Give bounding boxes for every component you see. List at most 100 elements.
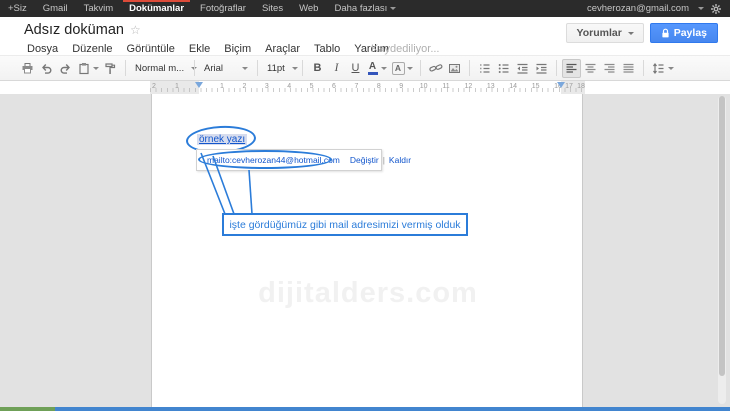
numbered-list-button[interactable] <box>475 59 494 78</box>
toolbar-separator <box>469 60 470 76</box>
ruler-number: 2 <box>152 83 156 90</box>
link-tooltip-url[interactable]: mailto:cevherozan44@hotmail.com <box>207 155 340 165</box>
toolbar-separator <box>125 60 126 76</box>
ruler-number: 1 <box>220 83 224 90</box>
font-size-value: 11pt <box>267 63 285 74</box>
align-right-button[interactable] <box>600 59 619 78</box>
topnav-item-7[interactable]: Daha fazlası <box>326 0 404 17</box>
ruler-number: 12 <box>464 83 472 90</box>
topnav-item-0[interactable]: +Siz <box>0 0 35 17</box>
paint-format-button[interactable] <box>101 59 120 78</box>
left-indent-marker[interactable] <box>195 82 203 88</box>
align-center-button[interactable] <box>581 59 600 78</box>
video-progress-bar[interactable] <box>0 407 730 411</box>
line-spacing-caret-icon <box>668 67 674 70</box>
menu-araçlar[interactable]: Araçlar <box>258 43 307 55</box>
redo-button[interactable] <box>56 59 75 78</box>
vertical-scrollbar[interactable] <box>718 96 726 404</box>
watermark-text: dijitalders.com <box>152 277 584 310</box>
star-icon[interactable]: ☆ <box>130 23 141 37</box>
share-button[interactable]: Paylaş <box>650 23 718 43</box>
menu-düzenle[interactable]: Düzenle <box>65 43 119 55</box>
document-page[interactable]: dijitalders.com örnek yazı mailto:cevher… <box>151 94 583 407</box>
paragraph-style-value: Normal m... <box>135 63 184 74</box>
ruler-number: 1 <box>175 83 179 90</box>
comments-caret-icon <box>628 32 634 35</box>
font-family-value: Arial <box>204 63 223 74</box>
doc-title[interactable]: Adsız doküman ☆ <box>24 22 141 38</box>
highlight-color-button[interactable]: A <box>389 59 415 78</box>
insert-link-button[interactable] <box>426 59 445 78</box>
ruler-number: 7 <box>354 83 358 90</box>
line-spacing-button[interactable] <box>649 59 677 78</box>
text-color-button[interactable]: A <box>365 59 389 78</box>
doc-title-text[interactable]: Adsız doküman <box>24 22 124 38</box>
font-size-dropdown[interactable]: 11pt <box>263 59 297 78</box>
indent-button[interactable] <box>532 59 551 78</box>
align-left-button[interactable] <box>562 59 581 78</box>
menu-tablo[interactable]: Tablo <box>307 43 347 55</box>
ruler-ticks <box>150 88 585 92</box>
menu-bar: DosyaDüzenleGörüntüleEkleBiçimAraçlarTab… <box>20 43 396 55</box>
outdent-button[interactable] <box>513 59 532 78</box>
insert-image-button[interactable] <box>445 59 464 78</box>
menu-görüntüle[interactable]: Görüntüle <box>120 43 182 55</box>
topnav-item-5[interactable]: Sites <box>254 0 291 17</box>
print-button[interactable] <box>18 59 37 78</box>
ruler-number: 2 <box>242 83 246 90</box>
web-clipboard-button[interactable] <box>75 59 101 78</box>
ruler-number: 6 <box>332 83 336 90</box>
doc-header: Adsız doküman ☆ DosyaDüzenleGörüntüleEkle… <box>0 17 730 55</box>
undo-button[interactable] <box>37 59 56 78</box>
ruler-number: 18 <box>577 83 585 90</box>
ruler-number: 10 <box>420 83 428 90</box>
underline-button[interactable]: U <box>346 59 365 78</box>
link-remove-button[interactable]: Kaldır <box>389 155 411 165</box>
underline-label: U <box>352 62 360 74</box>
toolbar-separator <box>257 60 258 76</box>
right-indent-marker[interactable] <box>557 82 565 88</box>
bold-button[interactable]: B <box>308 59 327 78</box>
font-family-dropdown[interactable]: Arial <box>200 59 252 78</box>
account-email[interactable]: cevherozan@gmail.com <box>587 3 689 14</box>
menu-ekle[interactable]: Ekle <box>182 43 217 55</box>
share-button-label: Paylaş <box>674 27 707 39</box>
topnav-item-6[interactable]: Web <box>291 0 326 17</box>
toolbar-separator <box>302 60 303 76</box>
topnav-item-3[interactable]: Dokümanlar <box>121 0 192 17</box>
menu-dosya[interactable]: Dosya <box>20 43 65 55</box>
annotation-callout-box: işte gördüğümüz gibi mail adresimizi ver… <box>222 213 468 236</box>
toolbar-separator <box>194 60 195 76</box>
topnav-caret-icon <box>390 7 396 10</box>
link-tooltip-separator: | <box>383 155 385 165</box>
save-status: Kaydediliyor... <box>371 43 439 55</box>
link-change-button[interactable]: Değiştir <box>350 155 379 165</box>
top-nav: +SizGmailTakvimDokümanlarFotoğraflarSite… <box>0 0 404 17</box>
align-justify-button[interactable] <box>619 59 638 78</box>
toolbar-separator <box>556 60 557 76</box>
ruler-number: 17 <box>565 83 573 90</box>
menu-biçim[interactable]: Biçim <box>217 43 258 55</box>
highlight-color-icon: A <box>392 62 405 75</box>
italic-label: I <box>335 62 339 74</box>
comments-button[interactable]: Yorumlar <box>566 23 643 43</box>
text-color-caret-icon <box>381 67 387 70</box>
bulleted-list-button[interactable] <box>494 59 513 78</box>
doc-link-text[interactable]: örnek yazı <box>197 134 247 145</box>
account-caret-icon[interactable] <box>698 7 704 10</box>
link-tooltip: mailto:cevherozan44@hotmail.com Değiştir… <box>196 149 382 171</box>
header-buttons: Yorumlar Paylaş <box>566 23 718 43</box>
topnav-item-2[interactable]: Takvim <box>76 0 122 17</box>
google-top-bar: +SizGmailTakvimDokümanlarFotoğraflarSite… <box>0 0 730 17</box>
scrollbar-thumb[interactable] <box>719 96 725 376</box>
topnav-item-1[interactable]: Gmail <box>35 0 76 17</box>
ruler-number: 14 <box>509 83 517 90</box>
topnav-item-4[interactable]: Fotoğraflar <box>192 0 254 17</box>
ruler-number: 4 <box>287 83 291 90</box>
italic-button[interactable]: I <box>327 59 346 78</box>
toolbar-separator <box>420 60 421 76</box>
gear-icon[interactable] <box>710 3 722 15</box>
highlight-caret-icon <box>407 67 413 70</box>
editor-toolbar: Normal m... Arial 11pt B I U A A <box>0 55 730 81</box>
paragraph-style-dropdown[interactable]: Normal m... <box>131 59 189 78</box>
